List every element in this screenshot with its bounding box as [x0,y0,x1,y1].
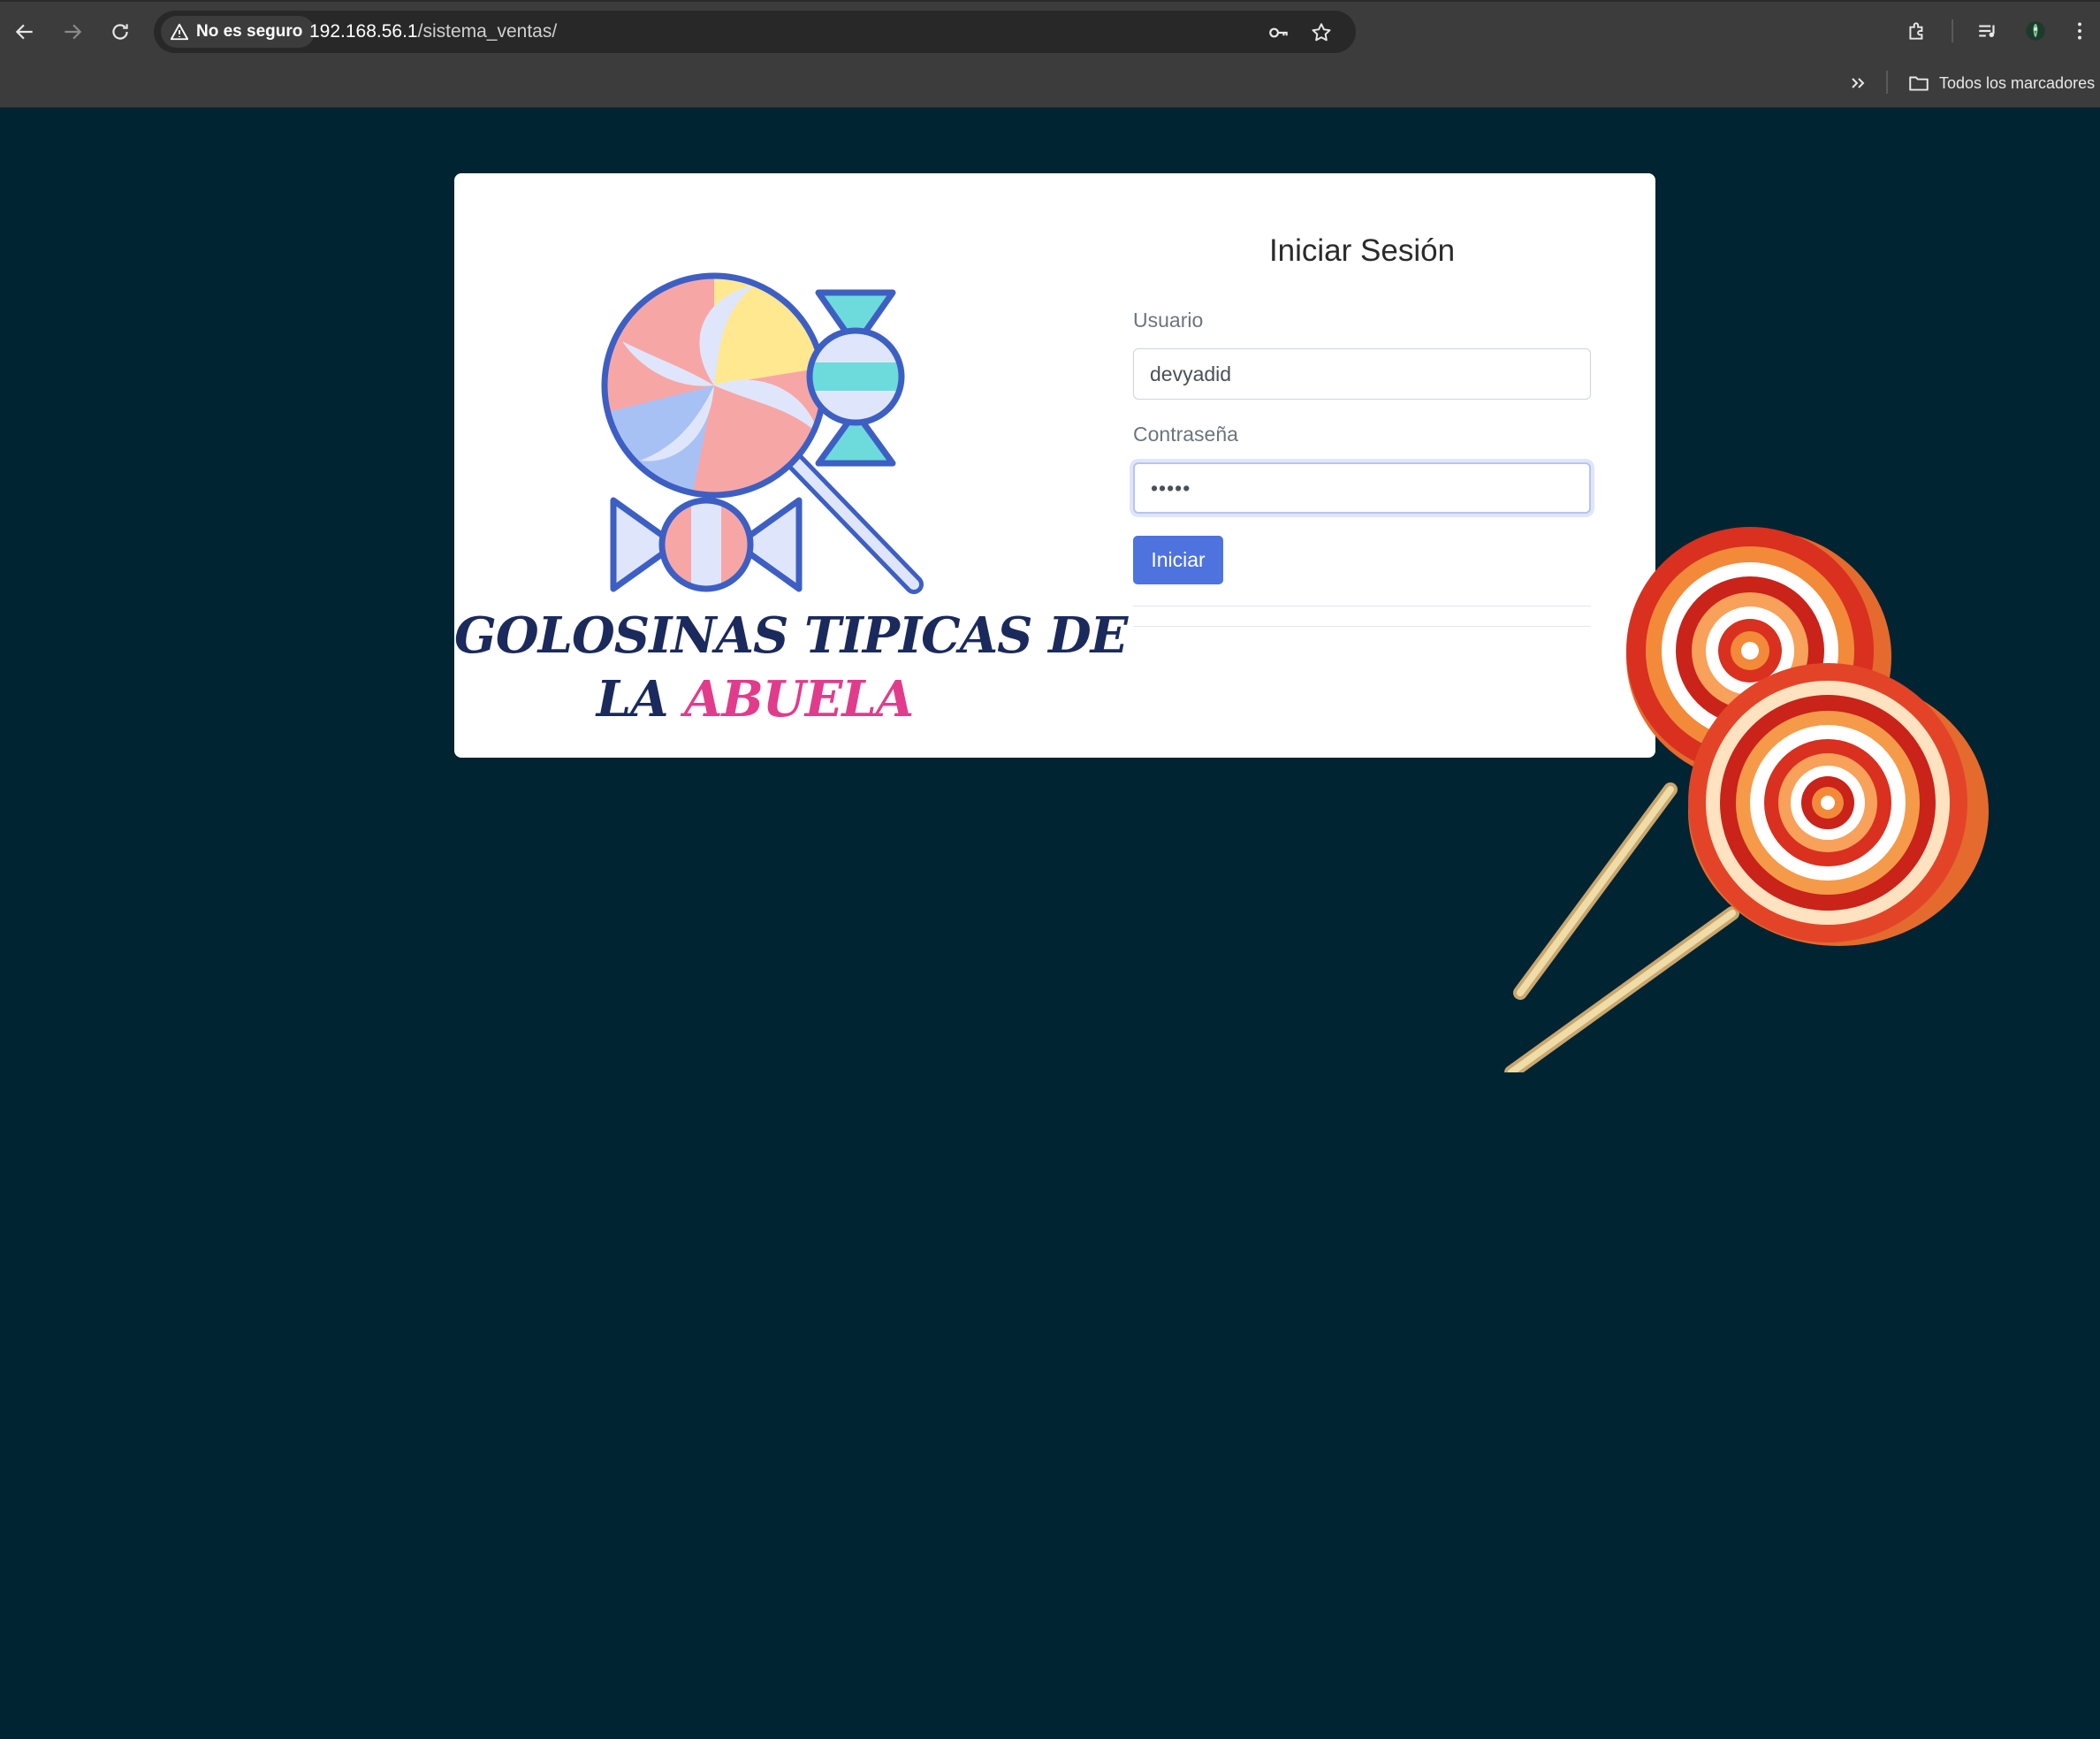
brand-title-line1: GOLOSINAS TIPICAS DE [454,606,1128,665]
brand-title-abuela: ABUELA [684,670,914,728]
double-chevron-right-icon [1852,78,1865,88]
brand-title-line2: LA ABUELA [454,670,1055,728]
security-label: No es seguro [196,22,303,41]
key-icon [1269,27,1288,38]
more-vertical-icon [2078,22,2081,40]
address-bar[interactable]: No es seguro 192.168.56.1/sistema_ventas… [154,11,1356,53]
star-icon [1312,23,1331,42]
toolbar-divider [1952,19,1953,42]
playlist-icon [1979,25,1995,38]
password-label: Contraseña [1133,423,1238,446]
browser-menu-button[interactable] [2065,16,2095,46]
avatar-icon [2026,21,2045,41]
forward-button[interactable] [55,14,90,50]
bookmarks-folder-label: Todos los marcadores [1939,73,2096,92]
arrow-left-icon [15,24,33,40]
password-input[interactable] [1133,462,1591,514]
page-body: GOLOSINAS TIPICAS DE LA ABUELA Iniciar S… [0,109,2100,1739]
candy-logo-icon [601,272,924,594]
media-control-button[interactable] [1973,16,2003,46]
profile-avatar-button[interactable] [2020,16,2051,46]
folder-icon [1909,76,1929,91]
security-indicator[interactable]: No es seguro [161,16,316,48]
reload-button[interactable] [103,14,138,50]
brand-title-la: LA [596,670,669,728]
tab-strip-edge [0,0,2100,2]
bookmark-star-button[interactable] [1308,19,1335,46]
puzzle-icon [1909,22,1923,40]
bookmarks-overflow-button[interactable] [1844,69,1872,97]
bookmarks-bar: Todos los marcadores [0,64,2100,108]
login-card: GOLOSINAS TIPICAS DE LA ABUELA Iniciar S… [454,173,1655,758]
all-bookmarks-folder[interactable]: Todos los marcadores [1907,69,2095,97]
browser-toolbar: No es seguro 192.168.56.1/sistema_ventas… [0,0,2100,64]
login-title: Iniciar Sesión [1268,233,1456,268]
url-host: 192.168.56.1 [309,21,418,42]
arrow-right-icon [65,24,82,40]
warning-icon [170,23,189,41]
login-submit-button[interactable]: Iniciar [1133,536,1223,584]
password-key-button[interactable] [1266,19,1292,46]
back-button[interactable] [7,14,42,50]
reload-icon [112,24,128,40]
bookmarks-divider [1886,71,1888,94]
url-path: /sistema_ventas/ [417,21,558,42]
extensions-button[interactable] [1902,16,1932,46]
lollipops-decoration-image [1504,527,1989,1072]
url-text[interactable]: 192.168.56.1/sistema_ventas/ [309,21,557,42]
brand-logo: GOLOSINAS TIPICAS DE LA ABUELA [454,173,1128,758]
username-label: Usuario [1133,309,1204,332]
username-input[interactable] [1133,348,1591,400]
